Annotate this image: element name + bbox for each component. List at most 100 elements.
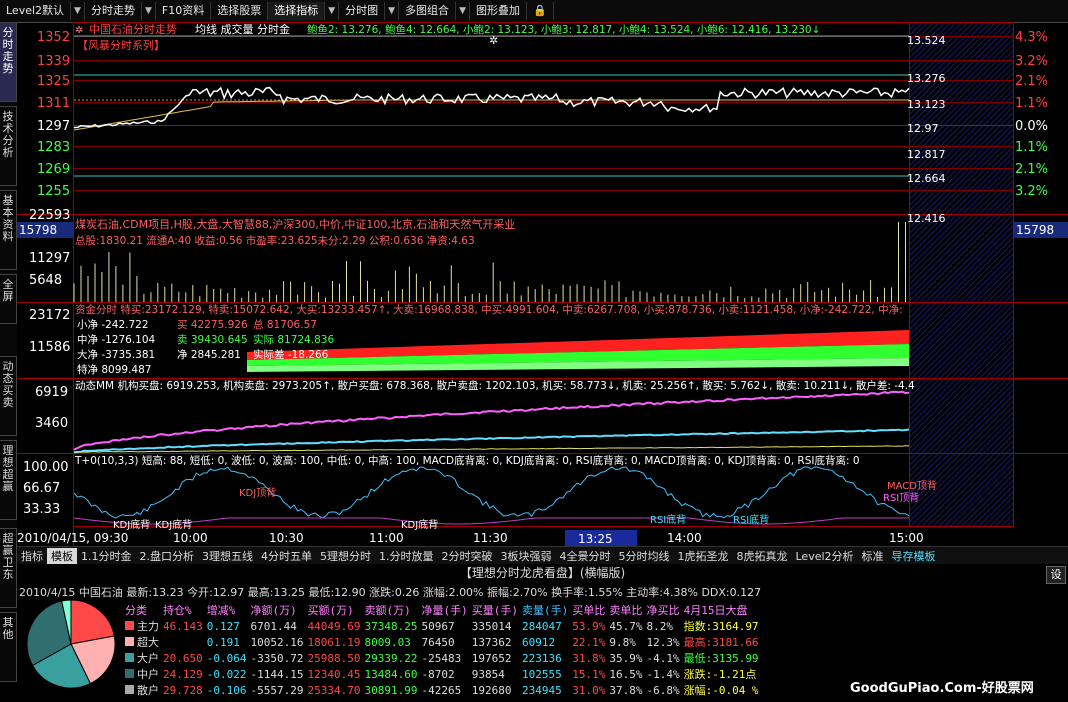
template-tab[interactable]: 5分时均线	[615, 548, 674, 565]
table-header: 卖单比	[609, 604, 643, 617]
template-tab[interactable]: 1.分时放量	[375, 548, 438, 565]
tab-dynamic-trade[interactable]: 动态买卖	[0, 356, 17, 436]
kdj-bottom-label: KDJ底背	[401, 518, 438, 531]
template-tab[interactable]: 3板块强弱	[497, 548, 556, 565]
category-label: 超大	[137, 636, 159, 649]
table-row: 大户 20.650 -0.064 -3350.72 25988.50 29339.22 -2…	[125, 650, 763, 666]
dropdown-arrow-icon[interactable]: ▼	[385, 2, 400, 20]
tab-fundamentals[interactable]: 基本资料	[0, 190, 17, 270]
divergence-annotations: KDJ底背 KDJ底背 KDJ顶背 KDJ底背 RSI底背 RSI底背 MACD…	[113, 479, 937, 531]
time-label: 10:00	[173, 531, 208, 545]
table-header: 买单比	[572, 604, 606, 617]
template-tab[interactable]: 8虎拓真龙	[733, 548, 792, 565]
price-level-label: 12.416	[907, 212, 946, 225]
table-cell: 6701.44	[250, 619, 297, 633]
intraday-chart-button[interactable]: 分时图	[339, 2, 386, 20]
template-tab[interactable]: 指标	[17, 548, 47, 565]
template-tab[interactable]: 导存模板	[888, 548, 940, 565]
t0-secondary-line	[73, 517, 909, 525]
dropdown-arrow-icon[interactable]: ▼	[325, 2, 340, 20]
dropdown-arrow-icon[interactable]: ▼	[71, 2, 85, 20]
tab-fullscreen[interactable]: 全屏	[0, 274, 17, 324]
category-cell: 主力	[125, 618, 163, 634]
tab-other[interactable]: 其他	[0, 612, 17, 682]
table-row: 散户 29.728 -0.106 -5557.29 25334.70 30891.99 -4…	[125, 682, 763, 698]
table-cell: 指数:3164.97	[683, 620, 759, 633]
template-tab[interactable]: 3理想五线	[198, 548, 257, 565]
t0-oscillator-line	[73, 466, 910, 519]
small-net: 小净 -242.722	[77, 318, 149, 331]
table-cell: 45.7%	[609, 619, 643, 633]
table-header: 分类	[125, 604, 147, 617]
select-indicator-button[interactable]: 选择指标	[268, 2, 326, 20]
dropdown-arrow-icon[interactable]: ▼	[456, 2, 470, 20]
dynamic-mm-header: 动态MM 机构买盘: 6919.253, 机构卖盘: 2973.205↑, 散户…	[75, 379, 915, 392]
intraday-trend-button[interactable]: 分时走势	[85, 2, 142, 20]
t0-axis-left: 100.00 66.67 33.33	[23, 460, 69, 517]
template-tab[interactable]: 4全景分时	[556, 548, 615, 565]
price-axis-left: 1352 1339 1325 1311 1297 1283 1269 1255	[37, 30, 70, 199]
table-cell: 137362	[471, 635, 512, 649]
table-cell: -4.1%	[646, 651, 680, 665]
table-cell: 涨跌:-1.21点	[683, 668, 757, 681]
level2-default-button[interactable]: Level2默认	[0, 2, 72, 20]
table-cell: 最低:3135.99	[683, 652, 759, 665]
table-cell: 0.127	[206, 619, 240, 633]
total-sell: 卖 39430.645	[177, 334, 248, 346]
table-header: 4月15日大盘	[683, 604, 748, 617]
template-tab-strip: 指标 模板 1.1分时金 2.盘口分析 3理想五线 4分时五单 5理想分时 1.分时放量 2分时…	[17, 546, 1068, 565]
table-header: 买量(手)	[471, 604, 518, 617]
settings-button[interactable]: 设	[1046, 566, 1066, 584]
category-label: 主力	[137, 620, 159, 633]
tab-chaoying-weidong[interactable]: 超赢卫东	[0, 528, 17, 608]
volume-readout-right-text: 15798	[1016, 223, 1054, 237]
intraday-chart[interactable]: 1352 1339 1325 1311 1297 1283 1269 1255 13.524 1…	[17, 22, 1068, 546]
template-tab[interactable]: Level2分析	[792, 548, 858, 565]
dropdown-arrow-icon[interactable]: ▼	[142, 2, 156, 20]
template-tab[interactable]: 2.盘口分析	[136, 548, 199, 565]
percent-tick-label: 3.2%	[1015, 54, 1048, 69]
template-tab[interactable]: 2分时突破	[438, 548, 497, 565]
tab-ideal-win[interactable]: 理想超赢	[0, 440, 17, 520]
template-tab[interactable]: 模板	[47, 547, 77, 565]
template-tab[interactable]: 标准	[858, 548, 888, 565]
f10-info-button[interactable]: F10资料	[156, 2, 212, 20]
select-stock-button[interactable]: 选择股票	[211, 2, 269, 20]
rsi-top-label: RSI顶背	[883, 491, 919, 504]
price-level-label: 13.123	[907, 98, 946, 111]
lock-icon[interactable]: 🔒	[527, 2, 554, 20]
tab-intraday[interactable]: 分时走势	[0, 22, 17, 102]
fund-tick-label: 11586	[29, 340, 70, 355]
dynamic-axis-left: 6919 3460	[35, 385, 68, 431]
table-header: 持仓%	[163, 604, 192, 617]
percent-axis: 4.3% 3.2% 2.1% 1.1% 0.0% 1.1% 2.1% 3.2%	[1015, 30, 1048, 199]
chart-toggles[interactable]: 均线 成交量 分时金	[195, 22, 290, 36]
large-net: 大净 -3735.381	[77, 348, 155, 361]
table-cell: 0.191	[206, 635, 240, 649]
table-row: 超大 0.191 10052.16 18061.19 8009.03 76450 13736…	[125, 634, 763, 650]
gear-icon[interactable]: ✲	[75, 25, 83, 36]
table-cell: -1144.15	[250, 667, 304, 681]
template-tab[interactable]: 1虎拓圣龙	[674, 548, 733, 565]
total: 总 81706.57	[253, 318, 317, 331]
rsi-bottom-label: RSI底背	[650, 513, 686, 526]
table-cell: 13484.60	[364, 667, 418, 681]
institution-buy-line	[73, 390, 910, 451]
template-tab[interactable]: 4分时五单	[257, 548, 316, 565]
template-tab[interactable]: 5理想分时	[316, 548, 375, 565]
table-cell: 12340.45	[307, 667, 361, 681]
multi-chart-button[interactable]: 多图组合	[399, 2, 457, 20]
tab-technical[interactable]: 技术分析	[0, 106, 17, 186]
volume-tick-label: 11297	[29, 251, 70, 266]
table-cell: 18061.19	[307, 635, 361, 649]
volume-axis-left: 22593 11297 5648	[29, 208, 70, 288]
table-cell: 22.1%	[572, 635, 606, 649]
total-buy: 买 42275.926	[177, 319, 248, 331]
category-color-swatch	[125, 669, 134, 678]
category-color-swatch	[125, 637, 134, 646]
table-cell: 37.8%	[609, 683, 643, 697]
table-cell: 涨幅:-0.04 %	[683, 684, 759, 697]
category-label: 中户	[137, 668, 159, 681]
template-tab[interactable]: 1.1分时金	[77, 548, 136, 565]
overlay-button[interactable]: 图形叠加	[470, 2, 527, 20]
